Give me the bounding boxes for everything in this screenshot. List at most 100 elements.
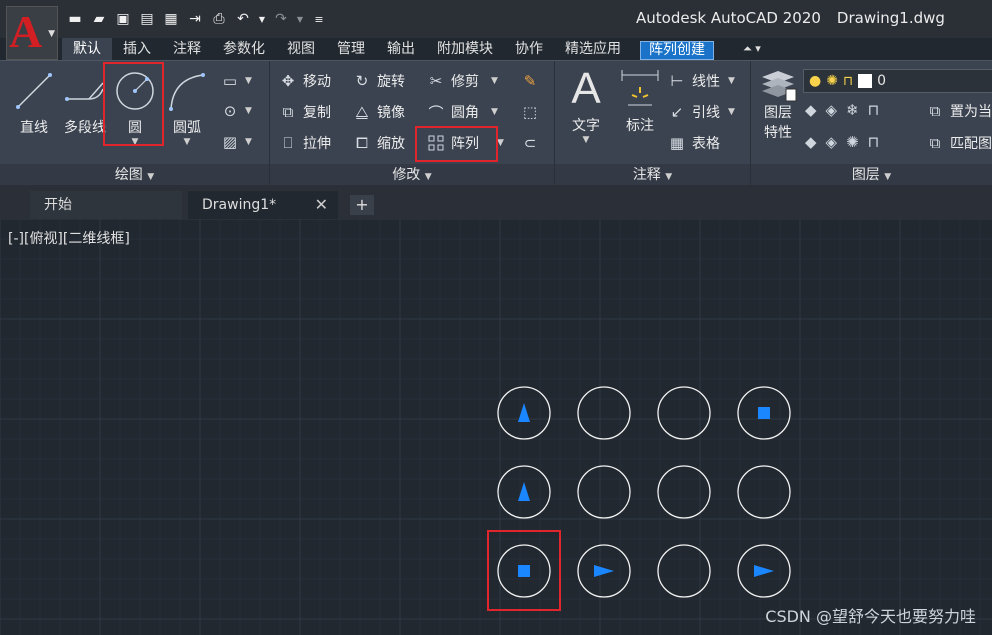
leader-button[interactable]: ↙ 引线 ▼ [667,102,735,122]
drawing-canvas[interactable]: [-][俯视][二维线框] CSDN @望舒今天也要努力哇 [0,219,992,635]
undo-dropdown-icon[interactable]: ▼ [258,10,266,28]
close-icon[interactable]: ✕ [315,191,328,219]
array-circle[interactable] [577,386,631,440]
stretch-button[interactable]: ⎕ 拉伸 [278,133,331,153]
array-circle[interactable] [657,386,711,440]
array-cell[interactable] [657,544,711,598]
explode-button[interactable]: ⬚ [520,102,545,122]
modify-panel-title[interactable]: 修改 ▼ [270,164,554,186]
ribbon-minimize-icon[interactable]: ⏶ ▾ [732,38,772,60]
draw-panel-title[interactable]: 绘图 ▼ [0,164,269,186]
layer-unisolate-icon[interactable]: ◈ [826,133,838,151]
tab-view[interactable]: 视图 [276,38,326,60]
tab-array-creation[interactable]: 阵列创建 [640,41,714,60]
table-button[interactable]: ▦ 表格 [667,133,720,153]
mirror-button[interactable]: ⧋ 镜像 [352,102,405,122]
hatch-button[interactable]: ▨ ▼ [220,132,252,152]
open-icon[interactable]: ▰ [90,10,108,28]
tab-annotate[interactable]: 注释 [162,38,212,60]
annotation-panel-title[interactable]: 注释 ▼ [555,164,750,186]
layer-freeze-icon[interactable]: ❄ [846,101,859,119]
chevron-down-icon[interactable]: ▼ [162,137,212,147]
drawing-tab[interactable]: Drawing1* ✕ [188,191,338,219]
chevron-down-icon: ▼ [424,172,432,182]
chevron-down-icon[interactable]: ▼ [245,76,252,86]
fillet-label: 圆角 [451,105,479,121]
chevron-down-icon[interactable]: ▼ [245,106,252,116]
layer-unlock-icon[interactable]: ⊓ [868,133,880,151]
save-as-icon[interactable]: ▤ [138,10,156,28]
new-icon[interactable]: ▬ [66,10,84,28]
chevron-down-icon[interactable]: ▼ [245,137,252,147]
copy-button[interactable]: ⧉ 复制 [278,102,331,122]
start-tab[interactable]: 开始 [30,191,182,219]
chevron-down-icon[interactable]: ▼ [491,76,498,86]
rotate-button[interactable]: ↻ 旋转 [352,71,405,91]
tab-output[interactable]: 输出 [376,38,426,60]
line-button[interactable]: 直线 [12,69,56,137]
print-icon[interactable]: ⎙ [210,10,228,28]
erase-button[interactable]: ✎ [520,71,545,91]
array-cell[interactable] [497,386,551,440]
tab-addins[interactable]: 附加模块 [426,38,504,60]
layer-on-icon[interactable]: ◆ [805,133,817,151]
tab-insert[interactable]: 插入 [112,38,162,60]
move-button[interactable]: ✥ 移动 [278,71,331,91]
fillet-button[interactable]: ⌒ 圆角 ▼ [426,102,498,122]
tab-featured-apps[interactable]: 精选应用 [554,38,632,60]
layer-properties-button[interactable]: 图层 特性 [755,67,801,143]
array-cell[interactable] [497,544,551,598]
redo-icon[interactable]: ↷ [272,10,290,28]
tab-collaborate[interactable]: 协作 [504,38,554,60]
tab-parametric[interactable]: 参数化 [212,38,276,60]
array-cell[interactable] [737,386,791,440]
layer-off-icon[interactable]: ◆ [805,101,817,119]
array-cell[interactable] [577,544,631,598]
array-circle[interactable] [737,465,791,519]
customize-icon[interactable]: ≡ [310,10,328,28]
chevron-down-icon[interactable]: ▼ [563,135,609,145]
save-icon[interactable]: ▣ [114,10,132,28]
export-icon[interactable]: ⇥ [186,10,204,28]
plot-preview-icon[interactable]: ▦ [162,10,180,28]
application-menu-button[interactable]: A ▼ [6,6,58,60]
match-layer-button[interactable]: ⧉ 匹配图 [925,133,992,153]
redo-dropdown-icon[interactable]: ▼ [296,10,304,28]
rectangle-button[interactable]: ▭ ▼ [220,71,252,91]
trim-button[interactable]: ✂ 修剪 ▼ [426,71,498,91]
dimension-button[interactable]: 标注 [617,67,663,135]
scale-button[interactable]: ⧠ 缩放 [352,133,405,153]
array-cell[interactable] [577,386,631,440]
array-cell[interactable] [657,386,711,440]
array-circle[interactable] [577,465,631,519]
array-objects[interactable] [0,219,992,635]
array-cell[interactable] [497,465,551,519]
layer-isolate-icon[interactable]: ◈ [826,101,838,119]
chevron-down-icon[interactable]: ▼ [728,107,735,117]
chevron-down-icon[interactable]: ▼ [497,138,504,148]
chevron-down-icon[interactable]: ▼ [491,107,498,117]
layers-panel-title[interactable]: 图层 ▼ [751,164,992,186]
trim-icon: ✂ [429,72,443,90]
new-tab-button[interactable]: + [350,195,374,215]
set-current-button[interactable]: ⧉ 置为当 [925,101,992,121]
array-circle[interactable] [657,465,711,519]
quick-access-toolbar: ▬ ▰ ▣ ▤ ▦ ⇥ ⎙ ↶ ▼ ↷ ▼ ≡ [66,8,328,30]
offset-button[interactable]: ⊂ [520,133,545,153]
layer-lock-icon[interactable]: ⊓ [868,101,880,119]
layer-dropdown[interactable]: ● ✺ ⊓ 0 [803,69,992,93]
chevron-down-icon[interactable]: ▼ [728,76,735,86]
layer-thaw-icon[interactable]: ✺ [846,133,859,151]
array-cell[interactable] [737,465,791,519]
arc-button[interactable]: 圆弧 ▼ [162,69,212,147]
array-cell[interactable] [577,465,631,519]
array-cell[interactable] [657,465,711,519]
array-circle[interactable] [657,544,711,598]
linear-dim-button[interactable]: ⊢ 线性 ▼ [667,71,735,91]
text-button[interactable]: A 文字 ▼ [563,64,609,145]
undo-icon[interactable]: ↶ [234,10,252,28]
tab-manage[interactable]: 管理 [326,38,376,60]
ellipse-button[interactable]: ⊙ ▼ [220,101,252,121]
array-cell[interactable] [737,544,791,598]
tab-default[interactable]: 默认 [62,38,112,60]
